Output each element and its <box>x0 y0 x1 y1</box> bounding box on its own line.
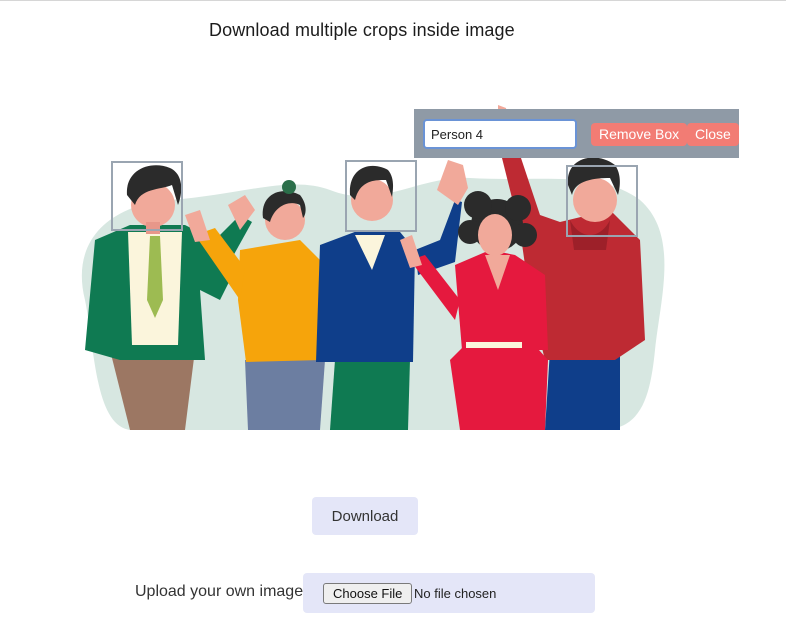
annotation-toolbar: Remove Box Close <box>414 109 739 158</box>
upload-panel: Choose File No file chosen <box>303 573 595 613</box>
download-button[interactable]: Download <box>312 497 418 535</box>
people-illustration[interactable] <box>0 0 786 460</box>
remove-box-button[interactable]: Remove Box <box>591 123 688 146</box>
box-label-input[interactable] <box>423 119 577 149</box>
close-button[interactable]: Close <box>687 123 739 146</box>
upload-label: Upload your own image <box>135 583 304 600</box>
choose-file-button[interactable]: Choose File <box>323 583 413 604</box>
file-status-text: No file chosen <box>414 586 497 601</box>
